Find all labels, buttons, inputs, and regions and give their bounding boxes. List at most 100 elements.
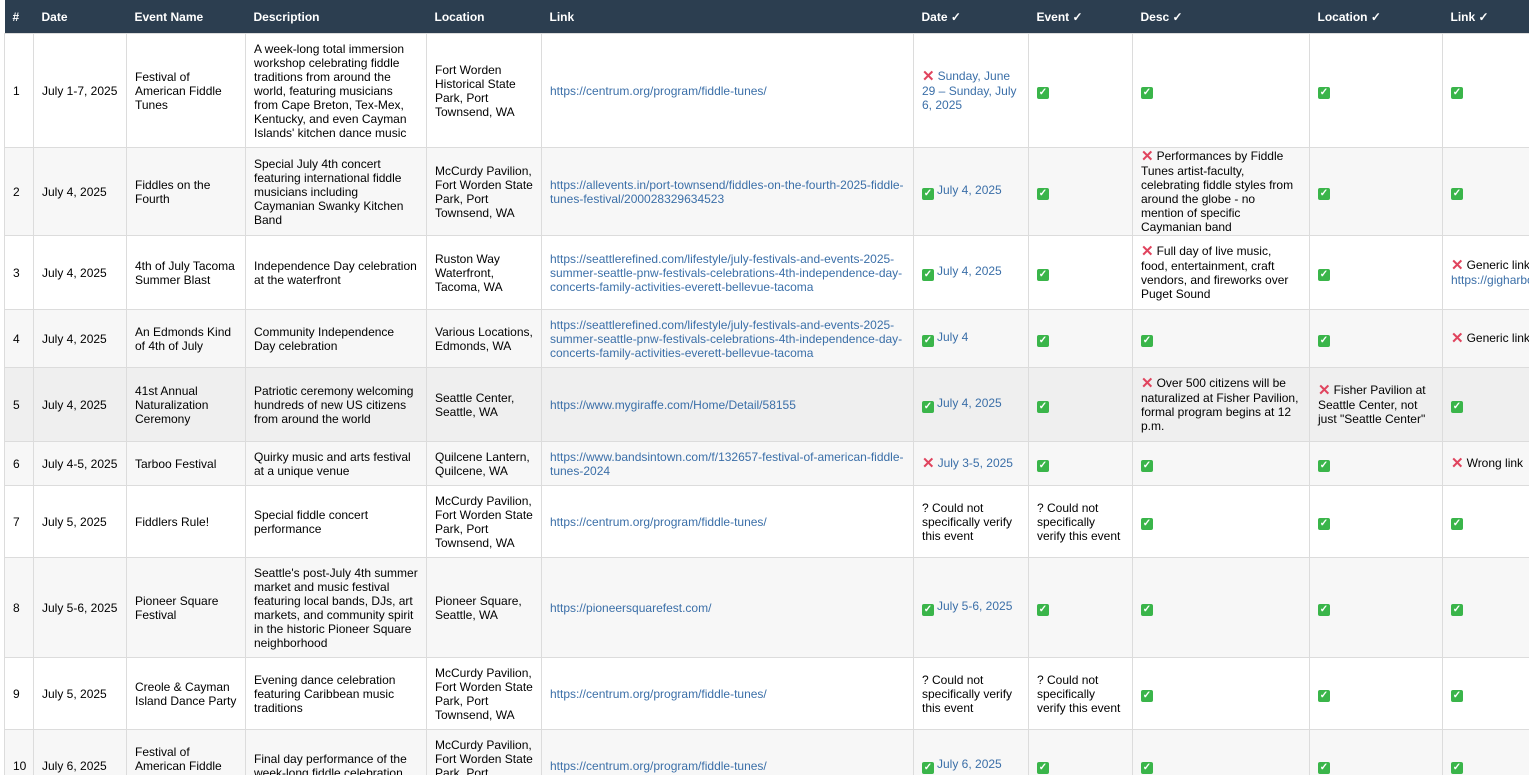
link-cell-text[interactable]: https://centrum.org/program/fiddle-tunes… <box>550 687 767 701</box>
event-verify-cell: ✓ <box>1028 441 1133 486</box>
event-name-cell-text: Fiddlers Rule! <box>135 514 210 529</box>
description-cell-text: A week-long total immersion workshop cel… <box>254 41 407 140</box>
row-number-cell: 10 <box>4 729 34 775</box>
link-verify-cell: ✓ <box>1442 33 1529 148</box>
location-cell-text: McCurdy Pavilion, Fort Worden State Park… <box>435 493 533 550</box>
verify-note: Over 500 citizens will be naturalized at… <box>1141 376 1299 433</box>
link-cell-text[interactable]: https://seattlerefined.com/lifestyle/jul… <box>550 252 902 294</box>
event-name-cell: 4th of July Tacoma Summer Blast <box>126 235 246 310</box>
check-icon: ✓ <box>1141 604 1153 616</box>
link-cell[interactable]: https://pioneersquarefest.com/ <box>541 557 914 658</box>
link-cell[interactable]: https://seattlerefined.com/lifestyle/jul… <box>541 309 914 368</box>
link-cell-text[interactable]: https://www.mygiraffe.com/Home/Detail/58… <box>550 398 796 412</box>
header-date-check[interactable]: Date ✓ <box>913 0 1029 34</box>
date-verify-cell: ✓ July 4, 2025 <box>913 367 1029 442</box>
desc-verify-cell: ✕ Performances by Fiddle Tunes artist-fac… <box>1132 147 1310 236</box>
link-cell[interactable]: https://centrum.org/program/fiddle-tunes… <box>541 729 914 775</box>
header-link-check[interactable]: Link ✓ <box>1442 0 1529 34</box>
link-cell-text[interactable]: https://centrum.org/program/fiddle-tunes… <box>550 515 767 529</box>
verify-note: July 4, 2025 <box>937 396 1002 410</box>
date-cell-text: July 1-7, 2025 <box>42 83 118 98</box>
description-cell: Independence Day celebration at the wate… <box>245 235 427 310</box>
location-cell: McCurdy Pavilion, Fort Worden State Park… <box>426 147 542 236</box>
location-verify-cell: ✓ <box>1309 657 1443 730</box>
row-number-cell: 8 <box>4 557 34 658</box>
link-cell-text[interactable]: https://seattlerefined.com/lifestyle/jul… <box>550 318 902 360</box>
desc-verify-cell: ✕ Over 500 citizens will be naturalized a… <box>1132 367 1310 442</box>
link-cell-text[interactable]: https://centrum.org/program/fiddle-tunes… <box>550 759 767 773</box>
header-location[interactable]: Location <box>426 0 542 34</box>
verify-note: July 6, 2025 <box>937 757 1002 771</box>
description-cell-text: Final day performance of the week-long f… <box>254 751 407 775</box>
link-verify-cell: ✓ <box>1442 147 1529 236</box>
date-cell: July 4, 2025 <box>33 367 127 442</box>
header-description[interactable]: Description <box>245 0 427 34</box>
link-cell[interactable]: https://allevents.in/port-townsend/fiddl… <box>541 147 914 236</box>
link-cell-text[interactable]: https://centrum.org/program/fiddle-tunes… <box>550 84 767 98</box>
row-number-cell: 7 <box>4 485 34 558</box>
location-cell: McCurdy Pavilion, Fort Worden State Park… <box>426 485 542 558</box>
event-name-cell: Festival of American Fiddle Tunes <box>126 33 246 148</box>
table-row: 1 July 1-7, 2025 Festival of American Fidd… <box>4 33 1529 148</box>
description-cell: Community Independence Day celebration <box>245 309 427 368</box>
check-icon: ✓ <box>1451 690 1463 702</box>
verify-note: Sunday, June 29 – Sunday, July 6, 2025 <box>922 69 1017 112</box>
link-cell[interactable]: https://www.bandsintown.com/f/132657-fes… <box>541 441 914 486</box>
date-cell-text: July 5, 2025 <box>42 686 107 701</box>
event-name-cell-text: Fiddles on the Fourth <box>135 177 211 206</box>
description-cell: A week-long total immersion workshop cel… <box>245 33 427 148</box>
cross-icon: ✕ <box>922 68 935 85</box>
link-cell[interactable]: https://centrum.org/program/fiddle-tunes… <box>541 33 914 148</box>
row-number-cell-text: 1 <box>13 83 20 98</box>
check-icon: ✓ <box>1037 269 1049 281</box>
table-row: 2 July 4, 2025 Fiddles on the Fourth Specia… <box>4 147 1529 236</box>
verify-note: July 3-5, 2025 <box>937 456 1013 470</box>
desc-verify-cell: ✓ <box>1132 441 1310 486</box>
link-cell-text[interactable]: https://www.bandsintown.com/f/132657-fes… <box>550 450 904 478</box>
desc-verify-cell: ✓ <box>1132 557 1310 658</box>
header-location-check[interactable]: Location ✓ <box>1309 0 1443 34</box>
desc-verify-cell: ✓ <box>1132 729 1310 775</box>
header-event-name[interactable]: Event Name <box>126 0 246 34</box>
table-row: 7 July 5, 2025 Fiddlers Rule! Special fiddl… <box>4 485 1529 558</box>
check-icon: ✓ <box>1318 690 1330 702</box>
check-icon: ✓ <box>1037 401 1049 413</box>
header-link[interactable]: Link <box>541 0 914 34</box>
header-num[interactable]: # <box>4 0 34 34</box>
date-cell-text: July 6, 2025 <box>42 758 107 773</box>
description-cell: Special fiddle concert performance <box>245 485 427 558</box>
check-icon: ✓ <box>922 269 934 281</box>
link-cell[interactable]: https://seattlerefined.com/lifestyle/jul… <box>541 235 914 310</box>
row-number-cell-text: 5 <box>13 397 20 412</box>
date-cell: July 6, 2025 <box>33 729 127 775</box>
link-cell[interactable]: https://centrum.org/program/fiddle-tunes… <box>541 485 914 558</box>
date-cell: July 4, 2025 <box>33 309 127 368</box>
event-verify-cell: ✓ <box>1028 235 1133 310</box>
desc-verify-cell: ✓ <box>1132 657 1310 730</box>
date-cell-text: July 5-6, 2025 <box>42 600 118 615</box>
event-verify-cell: ✓ <box>1028 33 1133 148</box>
date-verify-cell: ✓ July 5-6, 2025 <box>913 557 1029 658</box>
date-verify-cell: ✓ July 4, 2025 <box>913 147 1029 236</box>
verify-note: Generic link <box>1466 258 1529 272</box>
link-cell[interactable]: https://www.mygiraffe.com/Home/Detail/58… <box>541 367 914 442</box>
check-icon: ✓ <box>1037 604 1049 616</box>
description-cell-text: Community Independence Day celebration <box>254 324 395 353</box>
cross-icon: ✕ <box>1451 455 1464 472</box>
cross-icon: ✕ <box>1451 257 1464 274</box>
header-date[interactable]: Date <box>33 0 127 34</box>
link-cell[interactable]: https://centrum.org/program/fiddle-tunes… <box>541 657 914 730</box>
date-verify-cell: ✓ July 4 <box>913 309 1029 368</box>
header-event-check[interactable]: Event ✓ <box>1028 0 1133 34</box>
check-icon: ✓ <box>1141 518 1153 530</box>
date-cell-text: July 4, 2025 <box>42 331 107 346</box>
row-number-cell: 5 <box>4 367 34 442</box>
link-cell-text[interactable]: https://pioneersquarefest.com/ <box>550 601 711 615</box>
check-icon: ✓ <box>1141 335 1153 347</box>
link-cell-text[interactable]: https://allevents.in/port-townsend/fiddl… <box>550 178 904 206</box>
cross-icon: ✕ <box>1141 243 1154 260</box>
verify-link[interactable]: https://gigharbo <box>1451 273 1529 287</box>
date-cell: July 1-7, 2025 <box>33 33 127 148</box>
header-desc-check[interactable]: Desc ✓ <box>1132 0 1310 34</box>
event-name-cell: Tarboo Festival <box>126 441 246 486</box>
